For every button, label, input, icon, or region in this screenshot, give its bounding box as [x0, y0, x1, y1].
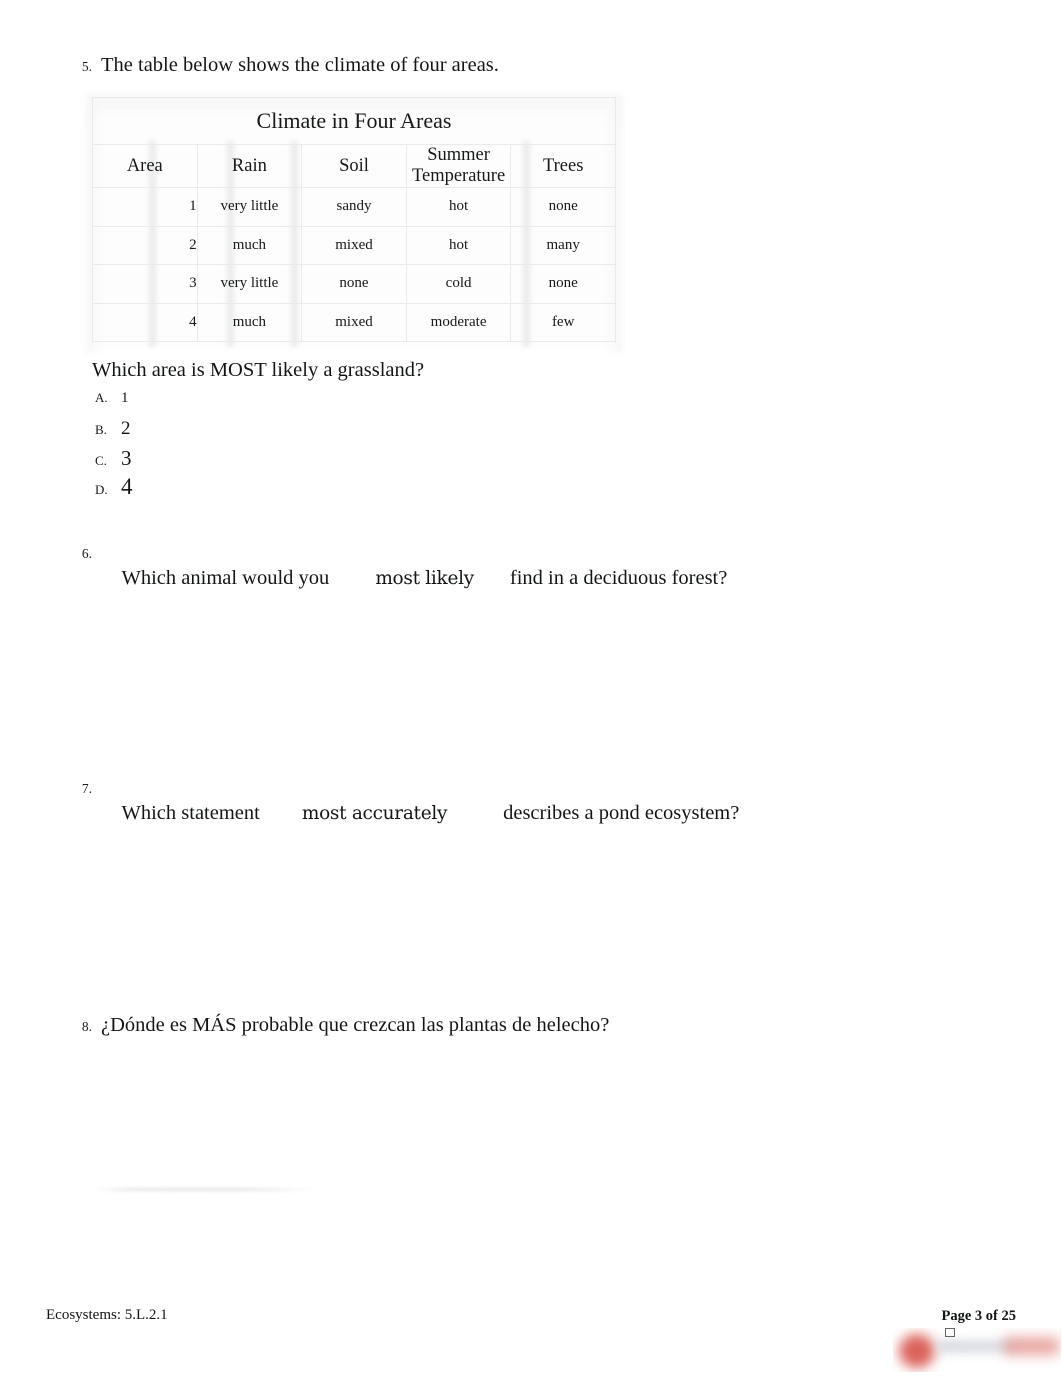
- climate-table: Climate in Four Areas Area Rain Soil Sum…: [92, 97, 616, 342]
- question-7-segment-c: describes a pond ecosystem?: [503, 801, 740, 824]
- climate-table-container: Climate in Four Areas Area Rain Soil Sum…: [92, 97, 616, 347]
- answer-options: A. 1 B. 2 C. 3 D. 4: [95, 390, 133, 502]
- table-header-area: Area: [92, 144, 198, 188]
- option-a-value: 1: [121, 390, 129, 406]
- watermark-text-blur-secondary: [1005, 1338, 1059, 1354]
- question-5-sub-stem-row: Which area is MOST likely a grassland?: [92, 358, 424, 384]
- question-6-number: 6.: [81, 546, 92, 561]
- cell-trees: many: [510, 225, 616, 265]
- option-d[interactable]: D. 4: [95, 474, 133, 502]
- question-7-number: 7.: [81, 781, 92, 796]
- question-7-stem: Which statement most accurately describes …: [101, 775, 740, 852]
- cell-trees: none: [510, 264, 616, 304]
- question-5: 5. The table below shows the climate of …: [62, 53, 499, 79]
- question-8-number: 8.: [81, 1019, 92, 1034]
- option-a[interactable]: A. 1: [95, 390, 133, 418]
- table-header-summer-temperature: Summer Temperature: [405, 144, 512, 188]
- table-row: 2 much mixed hot many: [92, 225, 616, 265]
- table-row: 1 very little sandy hot none: [92, 187, 616, 227]
- watermark-text-blur: [937, 1340, 1015, 1353]
- question-6-segment-b: most likely: [375, 567, 474, 589]
- option-b[interactable]: B. 2: [95, 418, 133, 446]
- option-c-value: 3: [121, 446, 132, 470]
- option-b-value: 2: [121, 418, 131, 439]
- option-c-letter: C.: [95, 453, 107, 468]
- table-title: Climate in Four Areas: [92, 97, 616, 145]
- cell-soil: none: [301, 264, 407, 304]
- cell-rain: much: [196, 302, 303, 342]
- question-7: 7. Which statement most accurately describ…: [62, 775, 739, 852]
- question-6: 6. Which animal would you most likely find…: [62, 540, 727, 617]
- cell-area: 2: [92, 225, 198, 265]
- cell-temperature: hot: [405, 187, 512, 227]
- cell-rain: very little: [196, 264, 303, 304]
- question-5-sub-stem: Which area is MOST likely a grassland?: [92, 359, 425, 381]
- cell-rain: very little: [196, 187, 303, 227]
- question-6-segment-a: Which animal would you: [121, 566, 330, 589]
- option-b-letter: B.: [95, 422, 107, 437]
- footer-standard-label: Ecosystems: 5.L.2.1: [46, 1307, 168, 1323]
- blurred-logo-watermark: [893, 1328, 1061, 1372]
- question-5-stem: The table below shows the climate of fou…: [101, 54, 499, 76]
- cell-trees: none: [510, 187, 616, 227]
- cell-area: 3: [92, 264, 198, 304]
- question-6-stem: Which animal would you most likely find in…: [101, 540, 728, 617]
- cell-temperature: cold: [405, 264, 512, 304]
- page-number-label: Page 3 of 25: [941, 1308, 1017, 1324]
- question-8: 8. ¿Dónde es MÁS probable que crezcan la…: [62, 1013, 609, 1039]
- question-5-number: 5.: [81, 59, 92, 74]
- table-row: 3 very little none cold none: [92, 264, 616, 304]
- table-header-trees: Trees: [510, 144, 616, 188]
- cell-temperature: moderate: [405, 302, 512, 342]
- scan-artifact-rule: [92, 1188, 320, 1191]
- cell-soil: mixed: [301, 225, 407, 265]
- question-8-stem: ¿Dónde es MÁS probable que crezcan las p…: [101, 1014, 610, 1036]
- cell-area: 4: [92, 302, 198, 342]
- option-d-letter: D.: [95, 482, 108, 497]
- cell-soil: sandy: [301, 187, 407, 227]
- option-a-letter: A.: [95, 390, 108, 405]
- cell-temperature: hot: [405, 225, 512, 265]
- option-c[interactable]: C. 3: [95, 446, 133, 474]
- watermark-marker-icon: [945, 1328, 955, 1337]
- watermark-circle-icon: [899, 1334, 935, 1368]
- cell-soil: mixed: [301, 302, 407, 342]
- cell-area: 1: [92, 187, 198, 227]
- question-7-segment-b: most accurately: [301, 802, 448, 824]
- table-row: 4 much mixed moderate few: [92, 302, 616, 342]
- table-header-row: Area Rain Soil Summer Temperature Trees: [92, 144, 616, 188]
- cell-rain: much: [196, 225, 303, 265]
- table-header-soil: Soil: [301, 144, 407, 188]
- question-7-segment-a: Which statement: [121, 801, 260, 824]
- table-title-row: Climate in Four Areas: [92, 97, 616, 145]
- question-6-segment-c: find in a deciduous forest?: [509, 566, 728, 589]
- option-d-value: 4: [121, 474, 133, 499]
- cell-trees: few: [510, 302, 616, 342]
- table-header-rain: Rain: [196, 144, 303, 188]
